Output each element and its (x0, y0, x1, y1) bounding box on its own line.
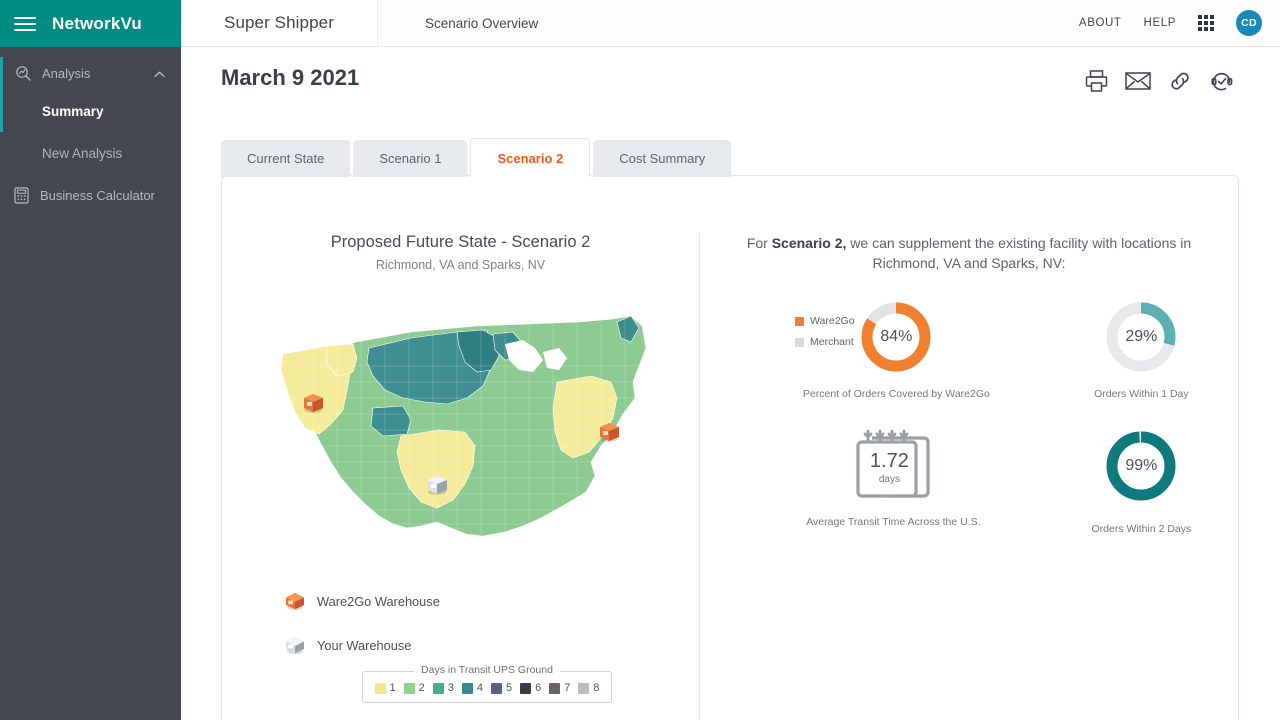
metric-percent-orders-ware2go: 84% Ware2Go Merchant Percent of Orders C… (700, 299, 1045, 400)
topbar-actions: ABOUT HELP CD (1079, 0, 1280, 46)
donut-ware2go[interactable]: 84% (858, 299, 934, 375)
legend-item-your-warehouse: Your Warehouse (284, 635, 440, 655)
grid-apps-icon[interactable] (1198, 15, 1214, 31)
map-svg (280, 315, 646, 537)
top-bar: Super Shipper Scenario Overview ABOUT HE… (181, 0, 1280, 47)
link-icon[interactable] (1166, 67, 1194, 95)
transit-swatch-3: 3 (432, 682, 454, 694)
metric-caption: Average Transit Time Across the U.S. (806, 516, 981, 528)
metrics-row-1: 84% Ware2Go Merchant Percent of Orders C… (700, 299, 1238, 400)
legend-label: Ware2Go Warehouse (317, 593, 440, 609)
transit-swatch-4: 4 (461, 682, 483, 694)
active-accent-bar (0, 57, 3, 90)
transit-swatch-6: 6 (520, 682, 541, 694)
transit-legend-caption: Days in Transit UPS Ground (414, 664, 560, 676)
print-icon[interactable] (1082, 67, 1110, 95)
email-icon[interactable] (1124, 67, 1152, 95)
us-choropleth-map[interactable] (261, 286, 661, 566)
brand-header: NetworkVu (0, 0, 181, 47)
sidebar: NetworkVu Analysis Summary New Analysis … (0, 0, 181, 720)
tab-scenario-1[interactable]: Scenario 1 (353, 140, 468, 177)
transit-swatch-5: 5 (491, 682, 512, 694)
transit-swatch-1: 1 (374, 682, 396, 694)
scenario-description: For Scenario 2, we can supplement the ex… (742, 233, 1196, 273)
scenario-overview-title: Scenario Overview (425, 15, 539, 31)
your-warehouse-icon (286, 637, 304, 655)
transit-swatch-2: 2 (403, 682, 425, 694)
sidebar-nav: Analysis Summary New Analysis Business C… (0, 47, 181, 216)
intro-bold: Scenario 2, (771, 235, 847, 251)
donut-orders-1-day[interactable]: 29% (1103, 299, 1179, 375)
donut-orders-2-days[interactable]: 99% (1103, 428, 1179, 504)
page-title: March 9 2021 (221, 65, 360, 90)
help-link[interactable]: HELP (1144, 17, 1176, 29)
legend-entry-merchant: Merchant (795, 336, 855, 348)
intro-rest: we can supplement the existing facility … (846, 235, 1192, 271)
about-link[interactable]: ABOUT (1079, 17, 1122, 29)
hamburger-icon[interactable] (14, 16, 36, 31)
scenario-tabs: Current State Scenario 1 Scenario 2 Cost… (221, 138, 732, 177)
app-root: NetworkVu Analysis Summary New Analysis … (0, 0, 1280, 720)
metrics-panel: For Scenario 2, we can supplement the ex… (700, 176, 1238, 720)
metrics-grid: 84% Ware2Go Merchant Percent of Orders C… (700, 299, 1238, 535)
sidebar-group-label: Analysis (42, 66, 91, 81)
intro-prefix: For (746, 235, 772, 251)
donut-value: 29% (1125, 328, 1158, 345)
metric-caption: Orders Within 1 Day (1094, 388, 1189, 400)
scenario-content-card: Proposed Future State - Scenario 2 Richm… (221, 175, 1239, 720)
map-title: Proposed Future State - Scenario 2 (330, 233, 591, 251)
metric-caption: Percent of Orders Covered by Ware2Go (802, 388, 990, 400)
metric-orders-within-1-day: 29% Orders Within 1 Day (1045, 299, 1238, 400)
ware2go-warehouse-icon (286, 593, 304, 611)
legend-item-ware2go-warehouse: Ware2Go Warehouse (284, 591, 440, 611)
sidebar-item-business-calculator[interactable]: Business Calculator (0, 174, 181, 216)
avatar[interactable]: CD (1236, 10, 1262, 36)
metric-orders-within-2-days: 99% Orders Within 2 Days (1045, 428, 1238, 535)
page-actions (1082, 67, 1236, 95)
donut-value: 84% (880, 328, 913, 345)
sidebar-item-summary[interactable]: Summary (0, 90, 181, 132)
metrics-row-2: 1.72 days Average Transit Time Across th… (700, 428, 1238, 535)
donut-value: 99% (1125, 457, 1158, 474)
map-panel: Proposed Future State - Scenario 2 Richm… (222, 176, 699, 720)
analysis-search-chart-icon (14, 65, 32, 83)
tenant-tab[interactable]: Super Shipper (181, 0, 377, 46)
transit-swatch-7: 7 (549, 682, 570, 694)
tab-scenario-2[interactable]: Scenario 2 (470, 138, 591, 177)
sidebar-item-label: Business Calculator (40, 187, 155, 203)
sidebar-group-analysis[interactable]: Analysis (0, 57, 181, 90)
metric-average-transit-time: 1.72 days Average Transit Time Across th… (700, 428, 1045, 535)
chevron-up-icon[interactable] (154, 65, 165, 83)
transit-time-unit: days (878, 474, 900, 485)
transit-swatch-8: 8 (578, 682, 600, 694)
sidebar-item-new-analysis[interactable]: New Analysis (0, 132, 181, 174)
transit-legend-swatches: 1 2 3 4 5 6 7 8 (371, 682, 603, 694)
active-accent-bar (0, 90, 3, 132)
transit-days-legend: Days in Transit UPS Ground 1 2 3 4 5 6 7… (362, 664, 612, 703)
tab-cost-summary[interactable]: Cost Summary (593, 140, 732, 177)
calculator-icon (12, 186, 30, 204)
metric-caption: Orders Within 2 Days (1091, 523, 1192, 535)
sidebar-item-label: Summary (42, 103, 104, 119)
support-headset-icon[interactable] (1208, 67, 1236, 95)
tab-current-state[interactable]: Current State (221, 140, 351, 177)
calendar-icon: 1.72 days (854, 428, 932, 502)
donut-legend: Ware2Go Merchant (795, 315, 855, 357)
legend-entry-ware2go: Ware2Go (795, 315, 855, 327)
brand-name: NetworkVu (52, 13, 142, 33)
sidebar-item-label: New Analysis (42, 145, 123, 161)
transit-time-value: 1.72 (869, 450, 909, 472)
page-header: March 9 2021 (181, 47, 1280, 127)
map-subtitle: Richmond, VA and Sparks, NV (375, 258, 546, 272)
legend-label: Your Warehouse (317, 637, 412, 653)
